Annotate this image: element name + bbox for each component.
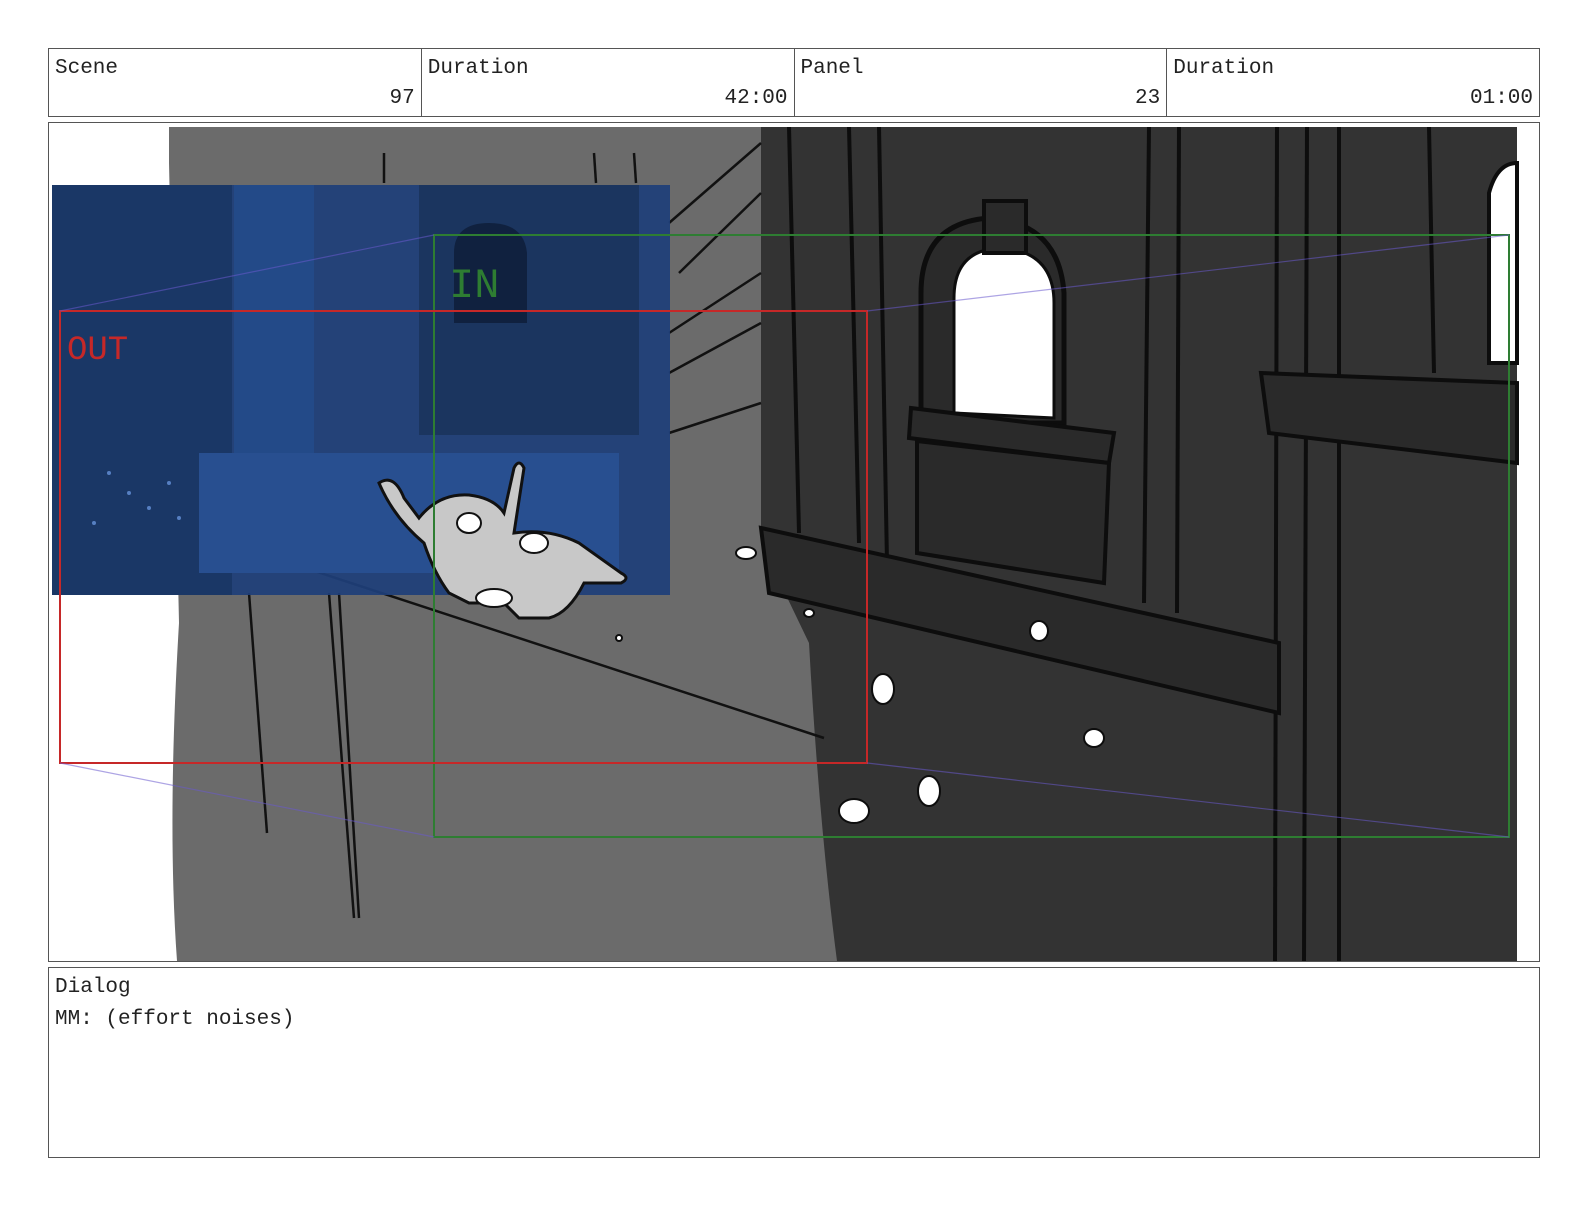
panel-label: Panel bbox=[800, 57, 864, 80]
edge-window bbox=[1487, 160, 1519, 365]
panel-duration-cell: Duration 01:00 bbox=[1167, 49, 1539, 116]
out-frame-label: OUT bbox=[67, 332, 128, 370]
scene-number: 97 bbox=[389, 87, 415, 110]
dialog-text: MM: (effort noises) bbox=[55, 1008, 295, 1031]
panel-number: 23 bbox=[1135, 87, 1161, 110]
panel-artwork: IN OUT bbox=[52, 126, 1519, 961]
background-overlay bbox=[52, 185, 670, 595]
dialog-box: Dialog MM: (effort noises) bbox=[48, 967, 1540, 1158]
in-frame-label: IN bbox=[449, 262, 499, 310]
panel-info-header: Scene 97 Duration 42:00 Panel 23 Duratio… bbox=[48, 48, 1540, 117]
scene-duration-label: Duration bbox=[427, 57, 529, 80]
panel-duration-label: Duration bbox=[1173, 57, 1275, 80]
scene-label: Scene bbox=[55, 57, 119, 80]
panel-duration-value: 01:00 bbox=[1469, 87, 1533, 110]
scene-cell: Scene 97 bbox=[49, 49, 422, 116]
scene-duration-value: 42:00 bbox=[724, 87, 788, 110]
panel-cell: Panel 23 bbox=[795, 49, 1168, 116]
scene-duration-cell: Duration 42:00 bbox=[422, 49, 795, 116]
dialog-label: Dialog bbox=[55, 976, 131, 999]
storyboard-panel: IN OUT bbox=[48, 122, 1540, 962]
building-shape bbox=[761, 127, 1517, 961]
